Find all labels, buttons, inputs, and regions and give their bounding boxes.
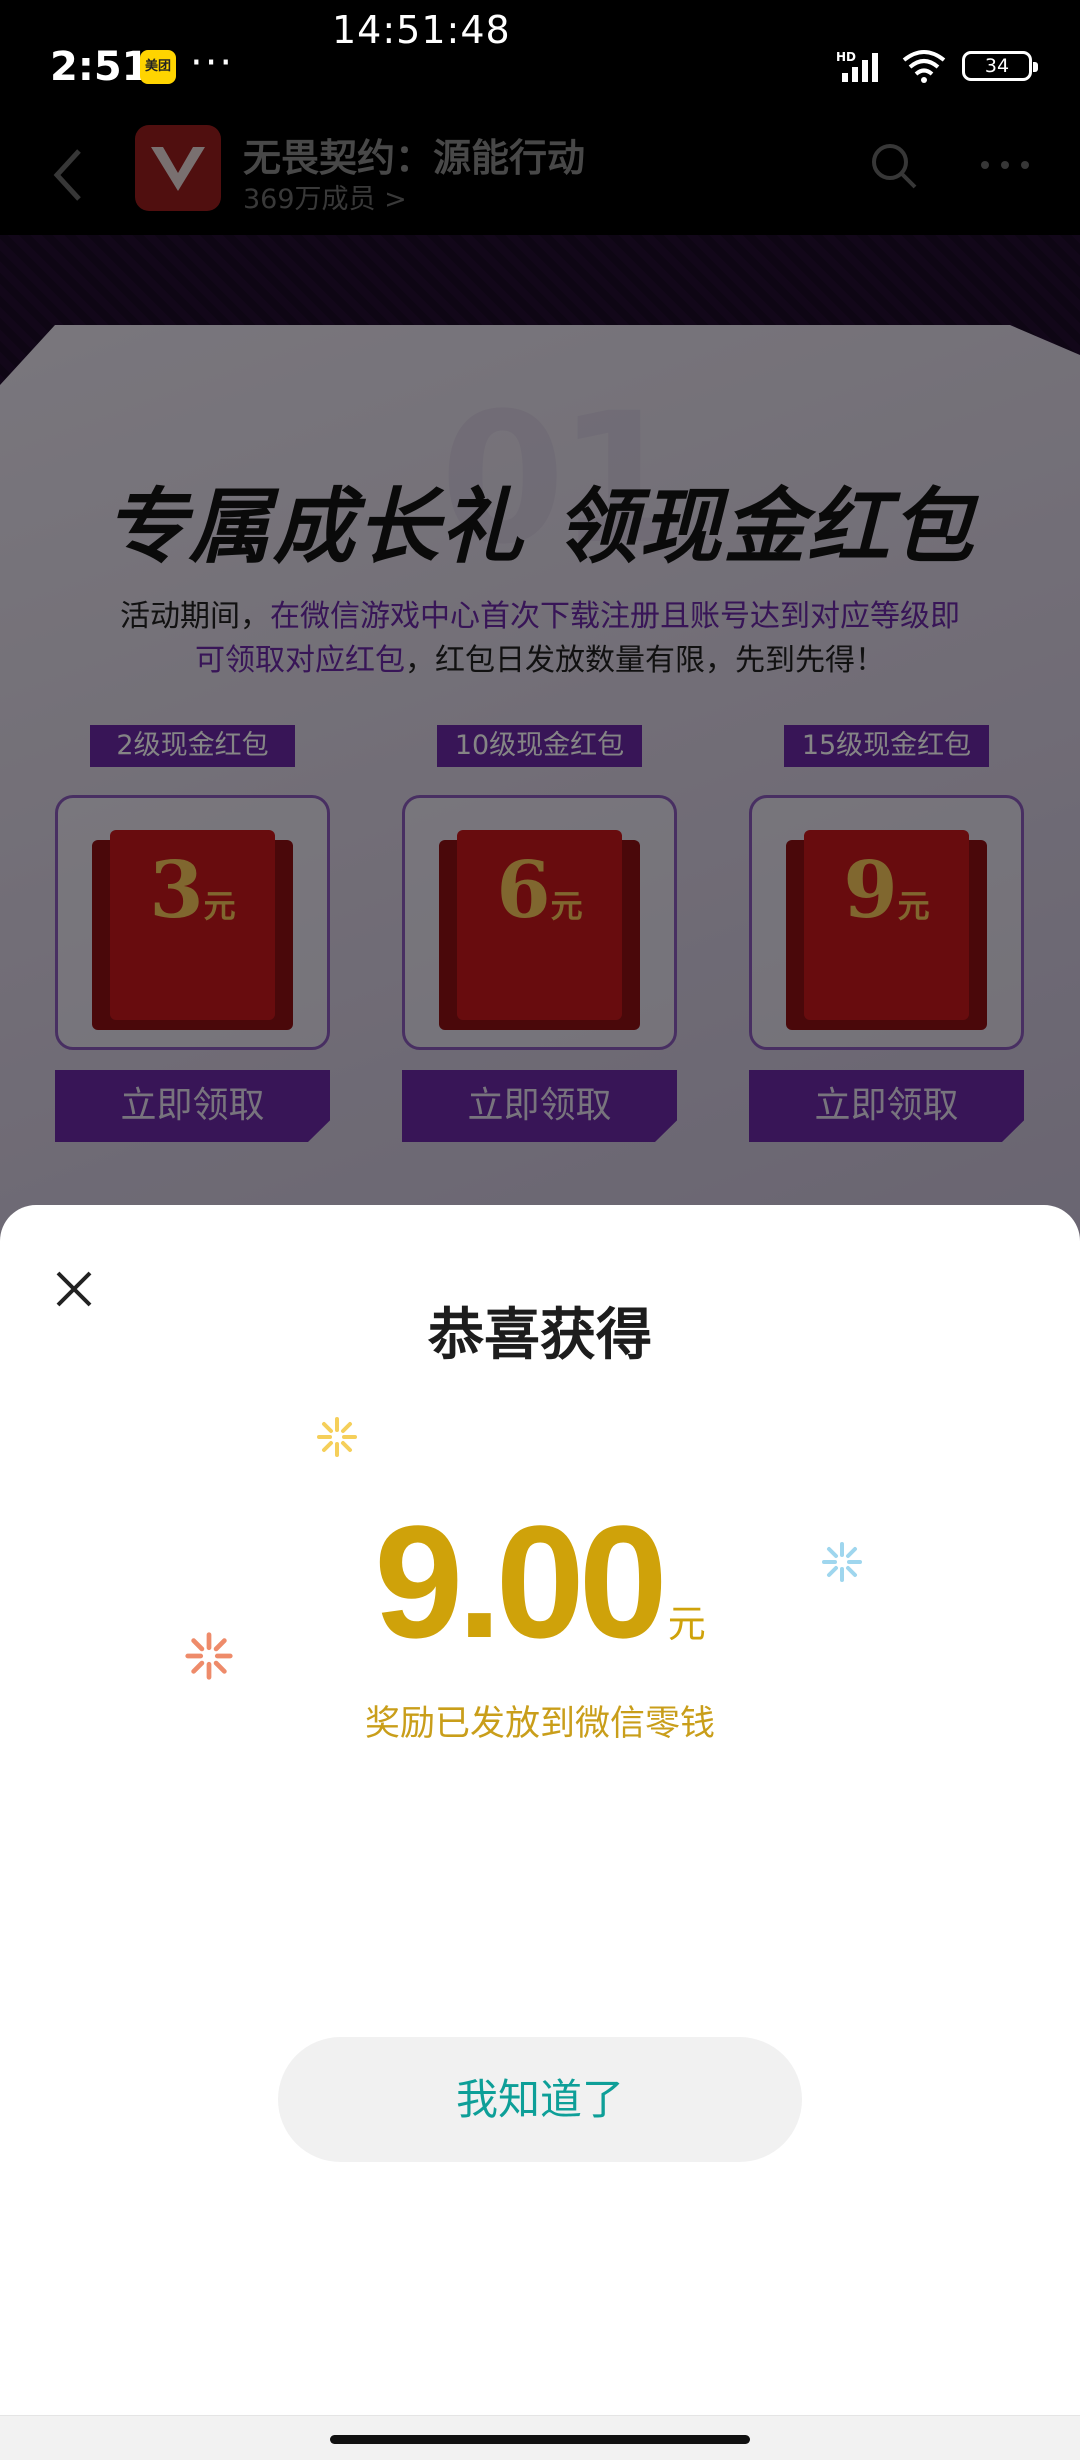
reward-amount-value: 9.00	[374, 1492, 667, 1671]
signal-icon: HD	[836, 50, 878, 82]
wifi-icon	[902, 50, 946, 83]
meituan-app-icon: 美团	[140, 50, 176, 84]
home-indicator[interactable]	[330, 2435, 750, 2444]
overlay-clock: 14:51:48	[332, 8, 511, 52]
sparkle-icon	[317, 1417, 357, 1457]
reward-note: 奖励已发放到微信零钱	[364, 1704, 715, 1744]
status-more-icon: ···	[190, 40, 235, 86]
sheet-title: 恭喜获得	[428, 1303, 652, 1368]
reward-sheet: 恭喜获得 9.00 元 奖励已发放到微信零钱 我知道了	[0, 1205, 1080, 2460]
confirm-button[interactable]: 我知道了	[278, 2037, 802, 2162]
reward-amount-display: 9.00 元	[0, 1490, 1080, 1674]
battery-icon: 34	[962, 51, 1038, 81]
reward-amount-unit: 元	[667, 1602, 706, 1646]
status-time: 2:51	[50, 44, 150, 90]
svg-text:HD: HD	[836, 50, 856, 64]
status-bar: 14:51:48 2:51 美团 ··· HD 34	[0, 0, 1080, 125]
status-right-icons: HD 34	[836, 48, 1038, 84]
